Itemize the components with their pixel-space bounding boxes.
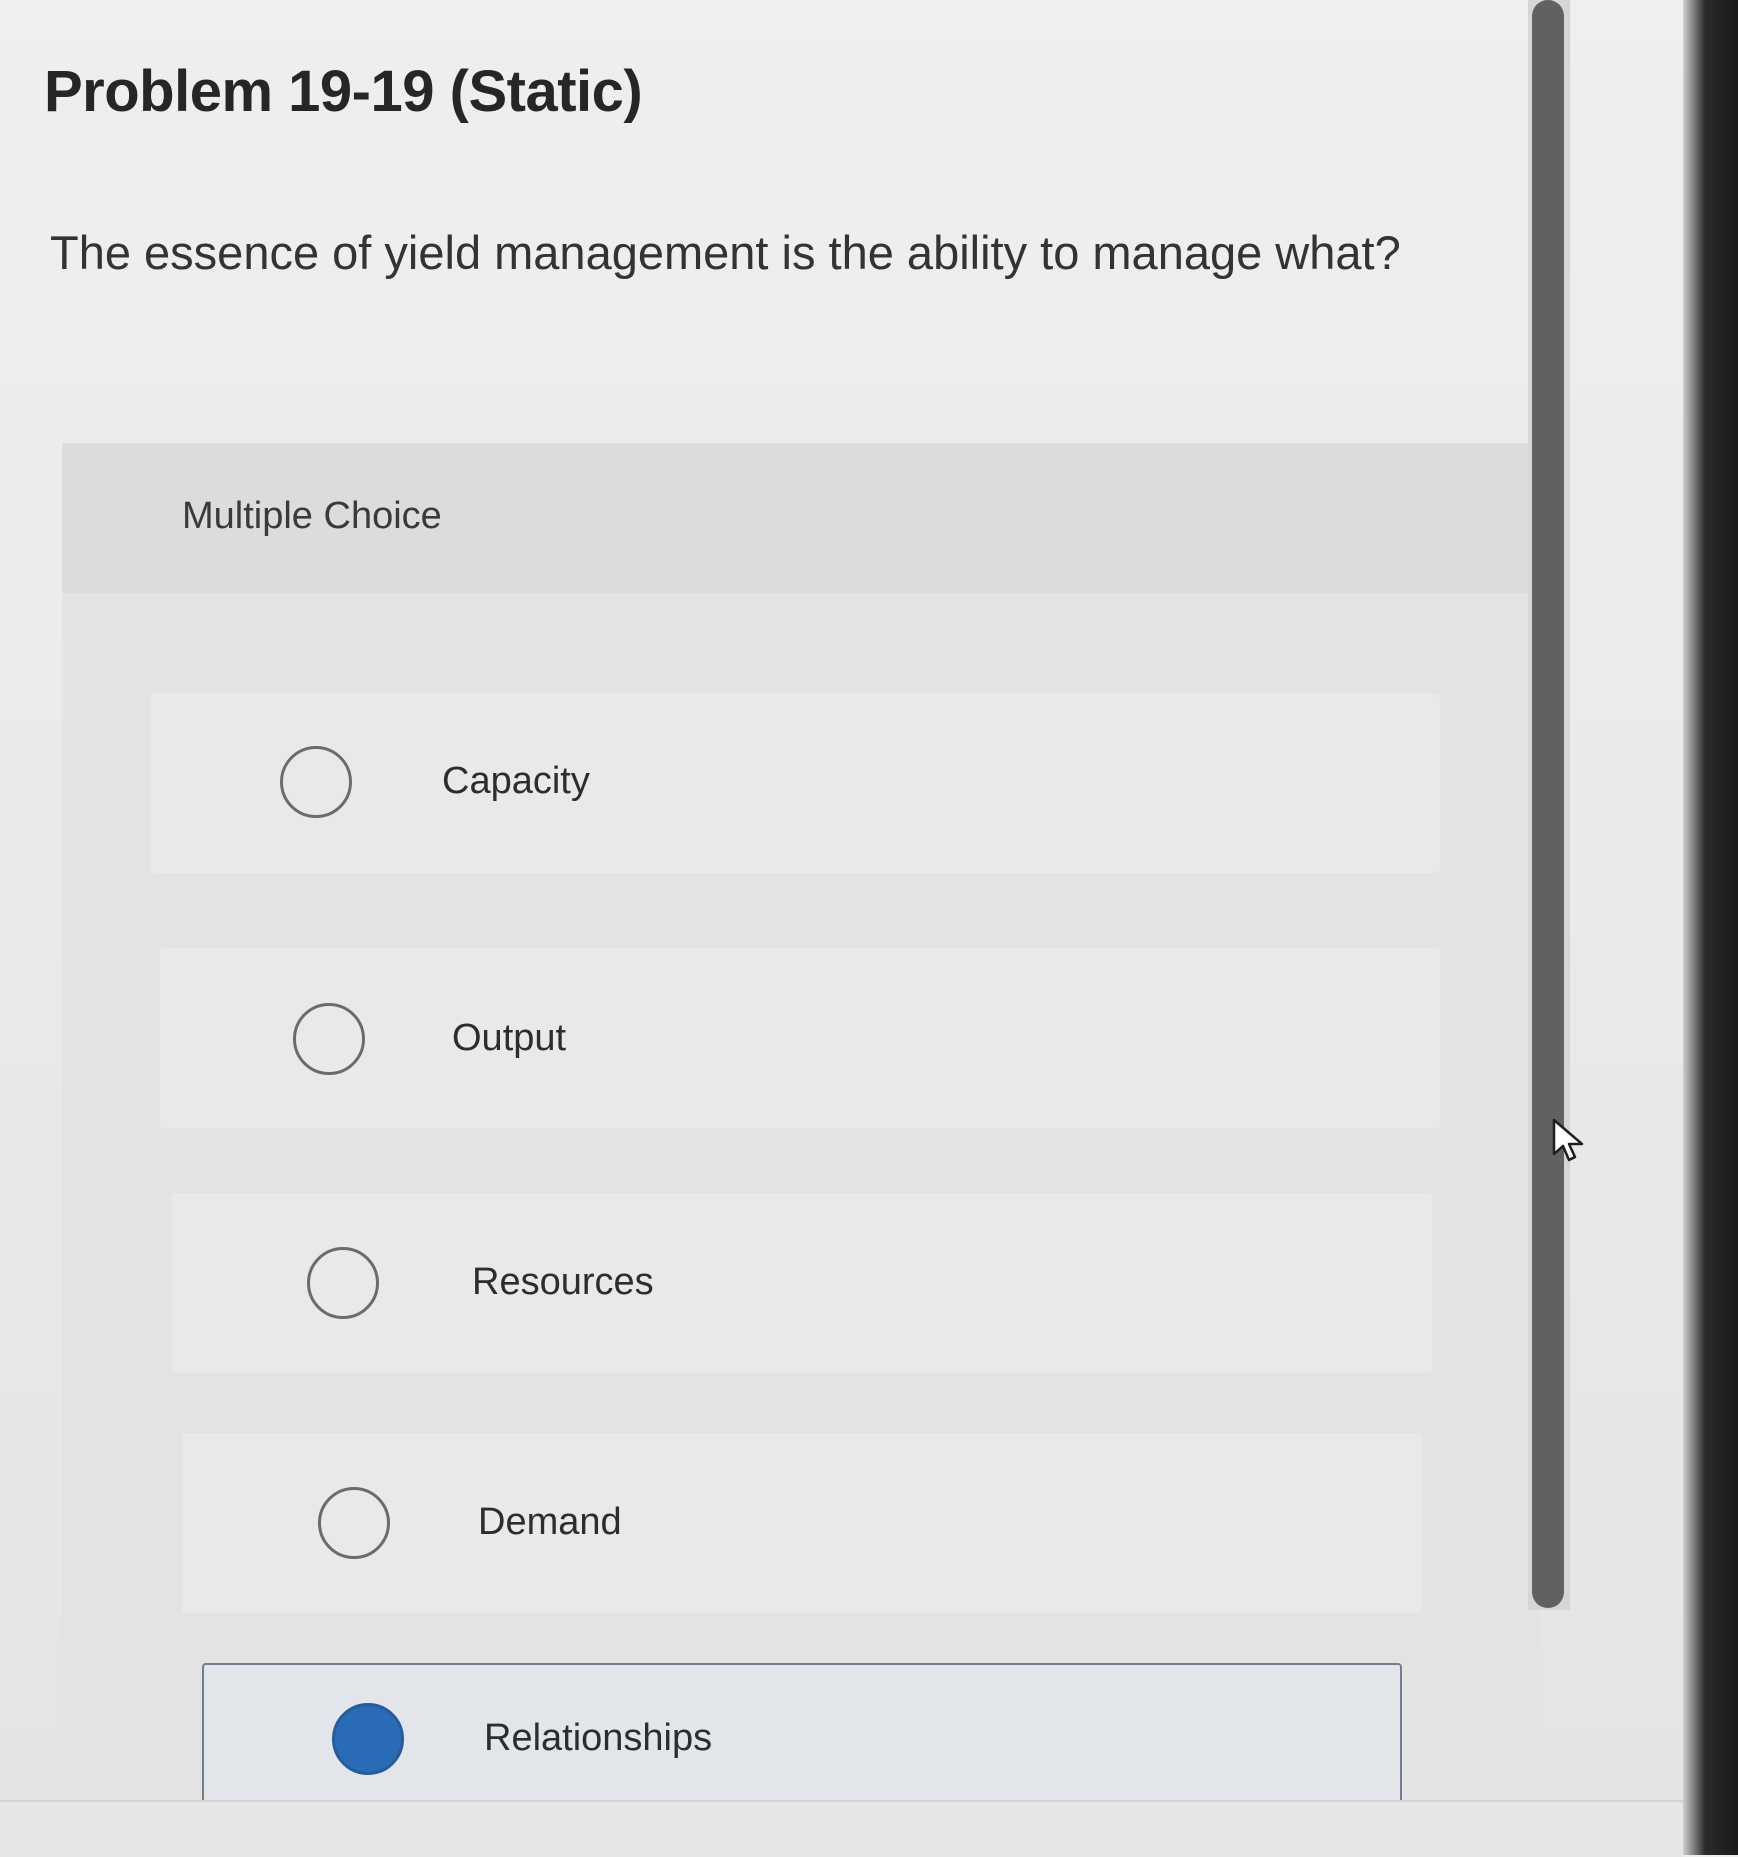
option-label-resources: Resources — [472, 1261, 654, 1303]
radio-resources[interactable] — [307, 1247, 379, 1319]
multiple-choice-header: Multiple Choice — [62, 443, 1538, 593]
radio-output[interactable] — [293, 1003, 365, 1075]
option-relationships[interactable]: Relationships — [202, 1663, 1402, 1813]
bottom-strip — [0, 1800, 1683, 1857]
option-capacity[interactable]: Capacity — [150, 693, 1440, 873]
mouse-pointer-icon — [1552, 1118, 1584, 1162]
option-demand[interactable]: Demand — [182, 1433, 1422, 1613]
multiple-choice-label: Multiple Choice — [182, 495, 442, 537]
option-output[interactable]: Output — [160, 948, 1440, 1128]
radio-capacity[interactable] — [280, 746, 352, 818]
option-label-output: Output — [452, 1017, 567, 1059]
option-label-demand: Demand — [478, 1501, 622, 1543]
page-title: Problem 19-19 (Static) — [44, 59, 643, 124]
option-label-capacity: Capacity — [442, 760, 590, 802]
scrollbar-thumb[interactable] — [1532, 0, 1564, 1608]
option-label-relationships: Relationships — [484, 1717, 713, 1759]
option-resources[interactable]: Resources — [172, 1193, 1432, 1373]
multiple-choice-panel: Multiple Choice Capacity Output Resource… — [62, 443, 1538, 1855]
screen-bezel — [1683, 0, 1738, 1855]
question-text: The essence of yield management is the a… — [50, 226, 1401, 279]
radio-demand[interactable] — [318, 1487, 390, 1559]
radio-relationships[interactable] — [332, 1703, 404, 1775]
page: Problem 19-19 (Static) The essence of yi… — [0, 0, 1738, 1857]
